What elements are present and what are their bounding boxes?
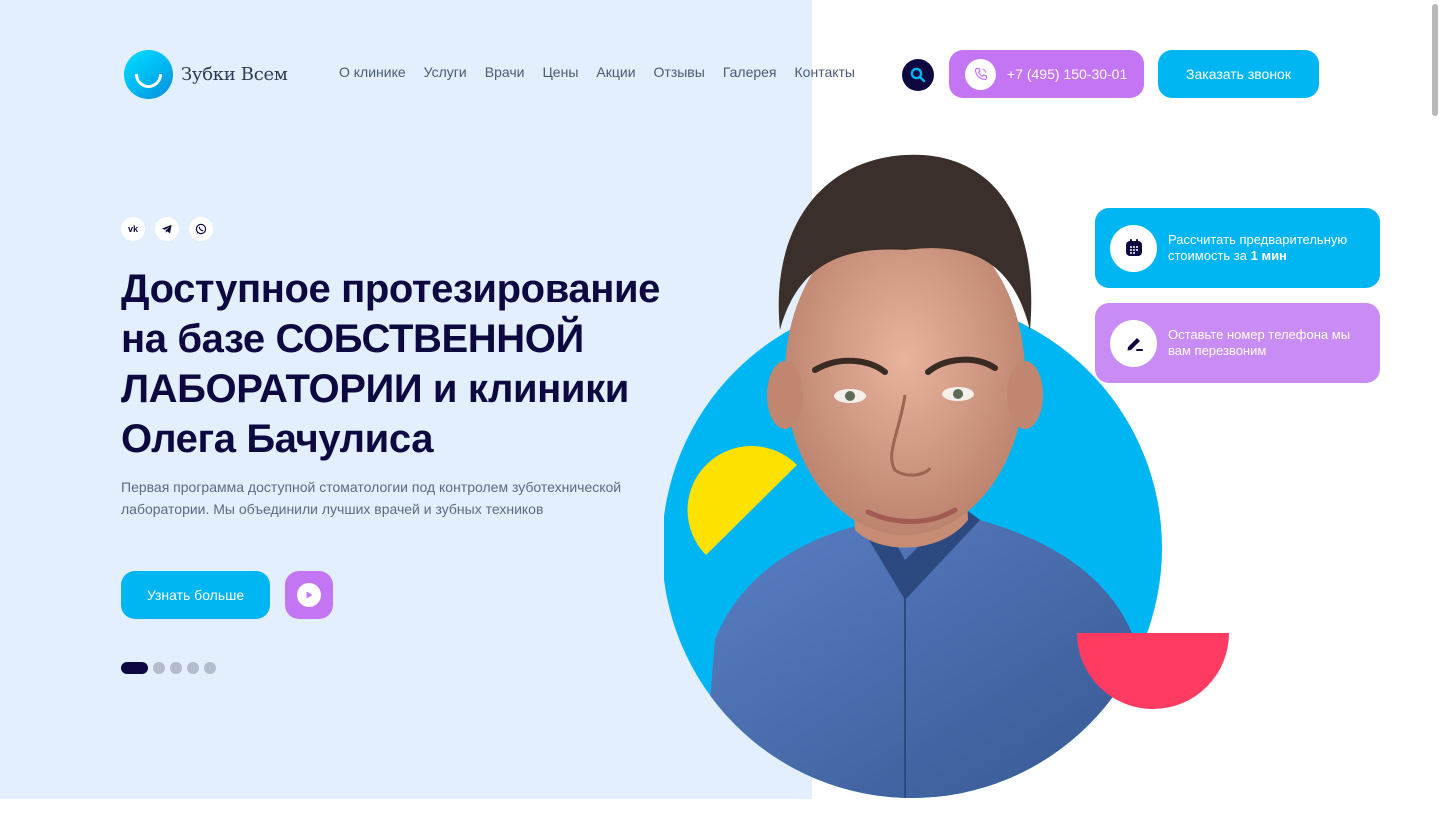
nav-item-services[interactable]: Услуги [424,64,467,80]
slider-dot[interactable] [204,662,216,674]
nav-item-promos[interactable]: Акции [596,64,635,80]
telegram-icon[interactable] [155,217,179,241]
slider-dot-active[interactable] [121,662,148,674]
brand-name: Зубки Всем [181,64,288,85]
pen-icon [1110,319,1157,367]
headline-line: ЛАБОРАТОРИИ и клиники [121,367,629,411]
play-icon [297,583,321,607]
nav-item-about[interactable]: О клинике [339,64,406,80]
scrollbar-thumb[interactable] [1432,4,1438,116]
page-scrollbar[interactable] [1430,0,1440,821]
callback-request-card[interactable]: Оставьте номер телефона мы вам перезвони… [1095,303,1380,383]
calc-card-text: Рассчитать предварительную стоимость за … [1168,232,1348,263]
headline-line: Доступное протезирование [121,267,660,311]
learn-more-button[interactable]: Узнать больше [121,571,270,619]
social-links: vk [121,217,213,241]
play-video-button[interactable] [285,571,333,619]
slider-pagination [121,662,216,674]
slider-dot[interactable] [170,662,182,674]
nav-item-prices[interactable]: Цены [542,64,578,80]
headline-line: Олега Бачулиса [121,417,434,461]
phone-card-text: Оставьте номер телефона мы вам перезвони… [1168,327,1351,358]
slider-dot[interactable] [153,662,165,674]
hero-subtitle: Первая программа доступной стоматологии … [121,479,622,517]
vk-icon[interactable]: vk [121,217,145,241]
logo[interactable]: Зубки Всем [124,50,288,99]
doctor-portrait [664,154,1229,798]
headline-line: на базе СОБСТВЕННОЙ [121,317,584,361]
whatsapp-icon[interactable] [189,217,213,241]
cost-calculator-card[interactable]: Рассчитать предварительную стоимость за … [1095,208,1380,288]
logo-smile-icon [124,50,173,99]
nav-item-doctors[interactable]: Врачи [485,64,525,80]
slider-dot[interactable] [187,662,199,674]
hero-headline: Доступное протезирование на базе СОБСТВЕ… [121,264,721,464]
calendar-icon [1110,224,1157,272]
